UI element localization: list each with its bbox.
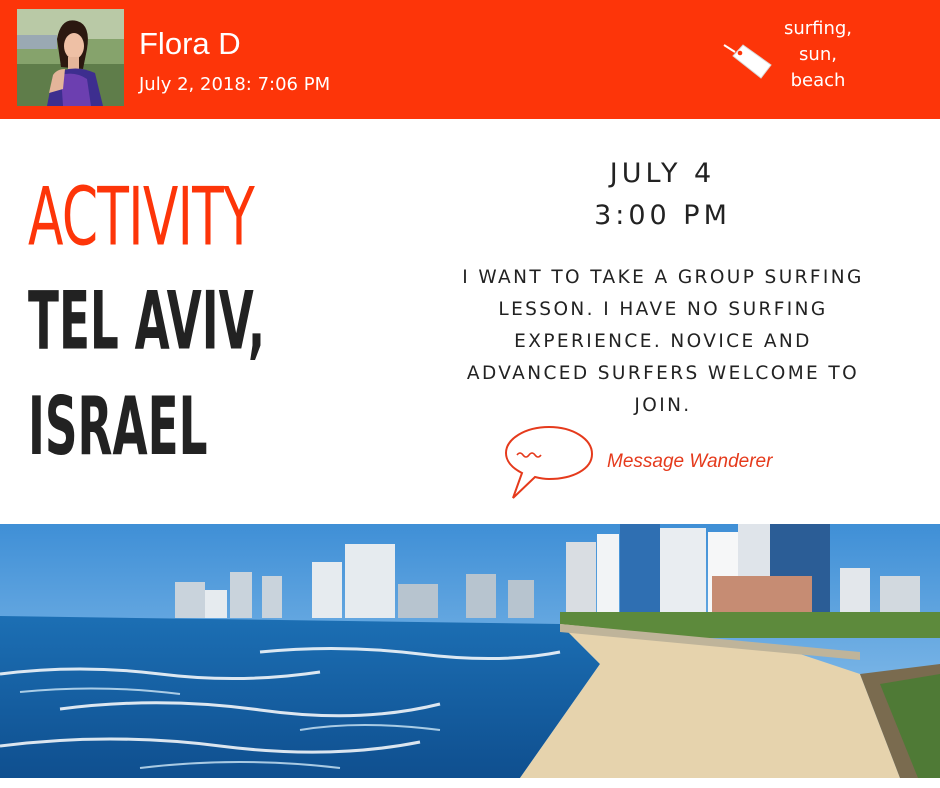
location-line: TEL AVIV, [28,273,266,368]
post-timestamp: July 2, 2018: 7:06 PM [139,74,331,95]
description-line: I WANT TO TAKE A GROUP SURFING [462,267,864,288]
tag-item[interactable]: sun, [770,42,866,68]
speech-bubble-icon[interactable] [503,423,595,503]
post-header: Flora D July 2, 2018: 7:06 PM surfing, s… [0,0,940,119]
message-wanderer-link[interactable]: Message Wanderer [607,450,772,474]
description-line: JOIN. [634,395,692,416]
description-line: LESSON. I HAVE NO SURFING [498,299,828,320]
avatar[interactable] [17,9,124,106]
event-description: I WANT TO TAKE A GROUP SURFING LESSON. I… [418,262,908,422]
tag-item[interactable]: surfing, [770,16,866,42]
event-location: TEL AVIV, ISRAEL [28,268,265,479]
description-line: ADVANCED SURFERS WELCOME TO [466,363,860,384]
tag-item[interactable]: beach [770,68,866,94]
event-date: JULY 4 [609,158,716,189]
tag-list: surfing, sun, beach [770,16,866,94]
author-name[interactable]: Flora D [139,26,241,62]
description-line: EXPERIENCE. NOVICE AND [514,331,812,352]
event-time: 3:00 PM [594,200,731,231]
event-category: ACTIVITY [28,169,255,264]
tag-icon [723,44,772,79]
beach-photo [0,524,940,778]
location-line: ISRAEL [28,378,208,473]
